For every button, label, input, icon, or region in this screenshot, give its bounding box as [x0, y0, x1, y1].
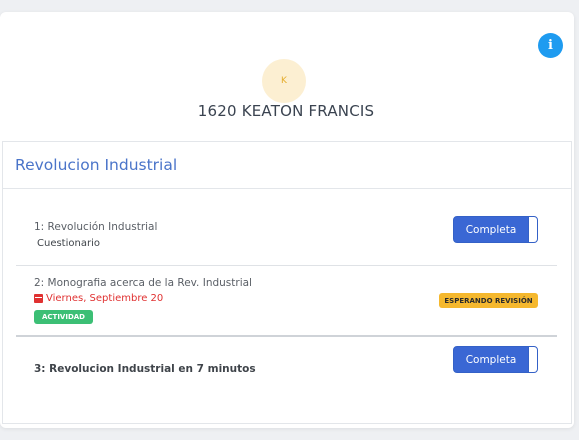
student-name: 1620 KEATON FRANCIS	[197, 102, 375, 120]
status-badge: ESPERANDO REVISIÓN	[439, 293, 538, 308]
divider	[16, 265, 557, 266]
student-card: i K 1620 KEATON FRANCIS Revolucion Indus…	[0, 12, 574, 428]
item-title: 2: Monografia acerca de la Rev. Industri…	[34, 277, 252, 289]
course-title: Revolucion Industrial	[15, 156, 178, 174]
avatar: K	[262, 59, 306, 103]
course-panel: Revolucion Industrial 1: Revolución Indu…	[2, 141, 572, 424]
course-header: Revolucion Industrial	[3, 142, 571, 189]
complete-toggle-label: Completa	[465, 353, 517, 366]
info-button[interactable]: i	[538, 33, 563, 58]
complete-toggle[interactable]: Completa	[453, 346, 538, 373]
divider	[16, 335, 557, 337]
activity-tag: ACTIVIDAD	[34, 310, 93, 324]
toggle-knob	[528, 217, 537, 242]
toggle-knob	[528, 347, 537, 372]
complete-toggle[interactable]: Completa	[453, 216, 538, 243]
calendar-icon	[34, 294, 43, 303]
complete-toggle-label: Completa	[465, 223, 517, 236]
due-date-text: Viernes, Septiembre 20	[46, 293, 164, 304]
